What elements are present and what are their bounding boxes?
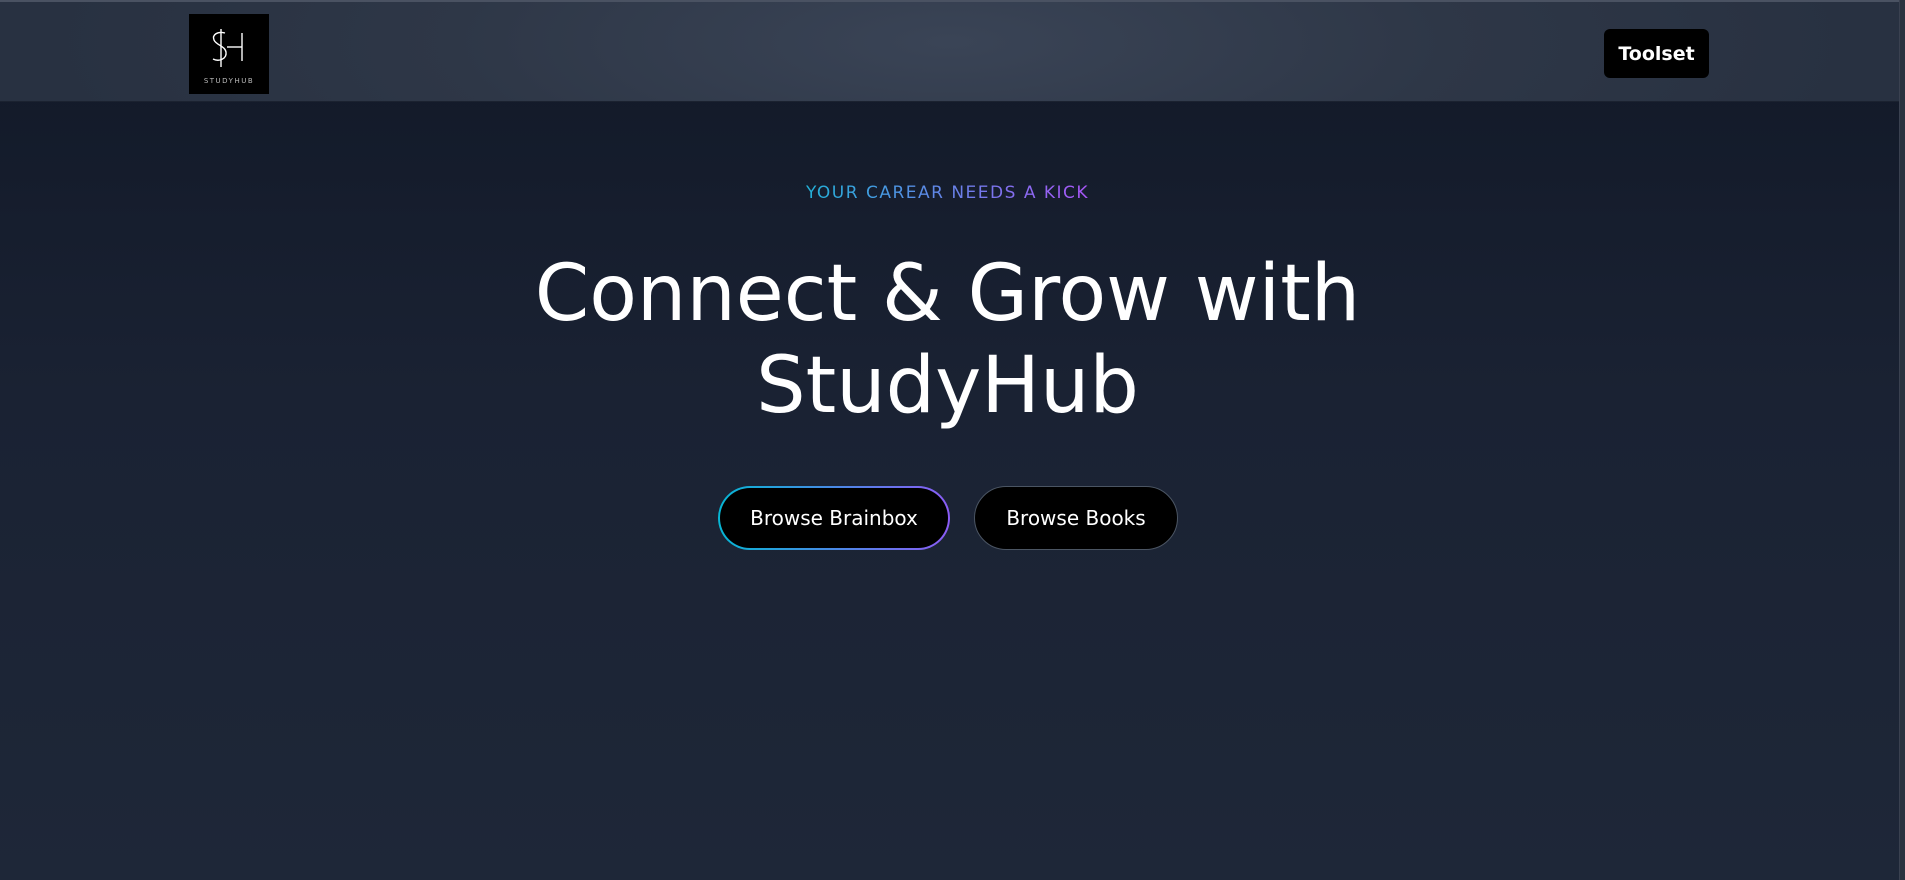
hero-headline-line2: StudyHub	[756, 341, 1139, 431]
hero-kicker: YOUR CAREAR NEEDS A KICK	[0, 183, 1895, 203]
hero-headline: Connect & Grow with StudyHub	[0, 248, 1895, 432]
top-navigation-bar: STUDYHUB Toolset	[0, 0, 1905, 102]
logo-caption: STUDYHUB	[203, 77, 255, 85]
page-scrollbar[interactable]	[1899, 0, 1905, 880]
sh-monogram-icon	[212, 29, 243, 67]
hero-cta-group: Browse Brainbox Browse Books	[718, 486, 1178, 550]
hero-headline-line1: Connect & Grow with	[534, 249, 1361, 339]
hero-kicker-text: YOUR CAREAR NEEDS A KICK	[805, 183, 1090, 203]
browse-brainbox-label: Browse Brainbox	[720, 488, 948, 548]
studyhub-logo[interactable]: STUDYHUB	[189, 14, 269, 94]
browse-books-button[interactable]: Browse Books	[974, 486, 1178, 550]
browse-brainbox-button[interactable]: Browse Brainbox	[718, 486, 950, 550]
toolset-button[interactable]: Toolset	[1604, 29, 1709, 78]
